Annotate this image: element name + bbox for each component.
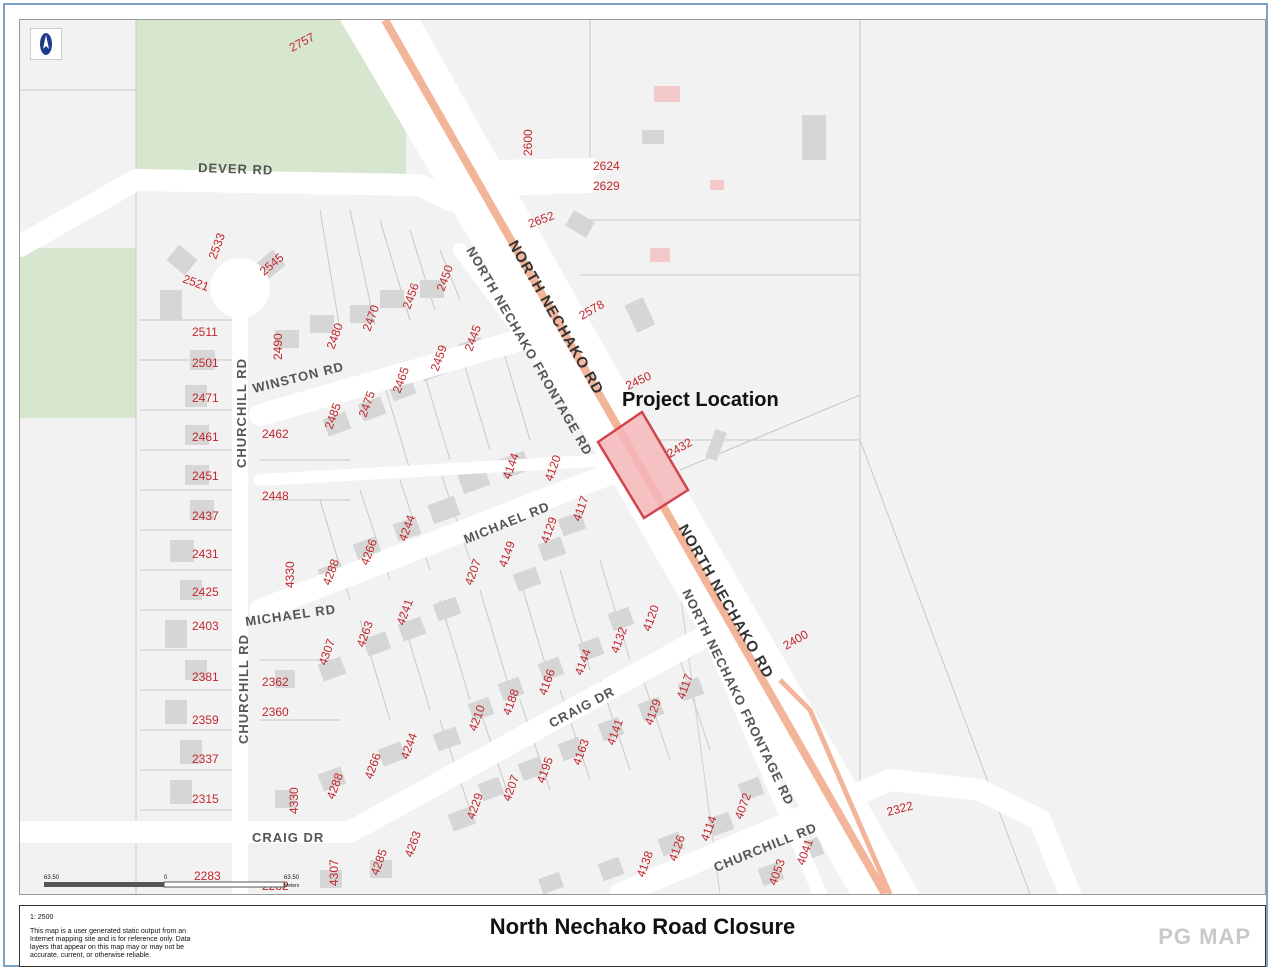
- address-label: 4149: [496, 539, 518, 569]
- address-label: 2362: [262, 675, 289, 689]
- road-label-churchill-lower: CHURCHILL RD: [236, 634, 251, 744]
- address-label: 4330: [287, 787, 301, 814]
- address-label: 2448: [262, 489, 289, 503]
- address-label: 2600: [521, 129, 535, 156]
- address-label: 2450: [434, 263, 456, 293]
- address-label: 2432: [665, 435, 695, 461]
- address-label: 4207: [500, 773, 522, 803]
- scale-bar: 63.50 0 63.50 Meters: [44, 875, 300, 889]
- address-label: 2461: [192, 430, 219, 444]
- address-label: 2425: [192, 585, 219, 599]
- address-label: 2533: [206, 231, 228, 261]
- map-canvas[interactable]: NORTH NECHAKO RD NORTH NECHAKO RD NORTH …: [19, 19, 1266, 895]
- address-label: 2437: [192, 509, 219, 523]
- address-label: 2652: [526, 208, 556, 230]
- north-arrow-icon: [30, 28, 62, 60]
- address-label: 2511: [192, 325, 218, 339]
- address-label: 2490: [271, 333, 285, 360]
- road-label-craig-lower: CRAIG DR: [252, 830, 324, 845]
- park-area-west: [20, 248, 136, 418]
- address-label: 2462: [262, 427, 289, 441]
- scale-right-label: 63.50: [284, 875, 300, 881]
- address-label: 4229: [464, 791, 486, 821]
- address-label: 4166: [536, 667, 558, 697]
- address-label: 2471: [192, 391, 219, 405]
- map-footer: 1: 2500 This map is a user generated sta…: [19, 905, 1266, 967]
- address-label: 2501: [192, 356, 219, 370]
- address-label: 2629: [593, 179, 620, 193]
- address-label: 4144: [572, 647, 594, 677]
- highlighted-buildings: [650, 86, 724, 262]
- address-label: 4307: [327, 859, 341, 886]
- address-label: 2521: [181, 272, 211, 294]
- road-label-churchill-upper: CHURCHILL RD: [234, 358, 249, 468]
- pgmap-logo: PG MAP: [1158, 924, 1251, 949]
- address-label: 2624: [593, 159, 620, 173]
- address-label: 2283: [194, 869, 221, 883]
- address-label: 2322: [885, 798, 915, 819]
- address-label: 2381: [192, 670, 219, 684]
- address-label: 2403: [192, 619, 219, 633]
- scale-left-label: 63.50: [44, 875, 60, 881]
- address-label: 4072: [732, 791, 754, 821]
- address-label: 2578: [577, 297, 607, 323]
- map-svg: NORTH NECHAKO RD NORTH NECHAKO RD NORTH …: [20, 20, 1081, 894]
- address-label: 4207: [462, 557, 484, 587]
- address-label: 2451: [192, 469, 219, 483]
- address-label: 4120: [640, 603, 662, 633]
- road-label-dever: DEVER RD: [198, 160, 274, 178]
- address-label: 2431: [192, 547, 219, 561]
- address-label: 4266: [362, 751, 384, 781]
- address-label: 4263: [402, 829, 424, 859]
- scale-unit-label: Meters: [284, 883, 300, 889]
- address-label: 2359: [192, 713, 219, 727]
- address-label: 2337: [192, 752, 219, 766]
- scale-mid-label: 0: [164, 875, 168, 881]
- address-label: 4244: [398, 731, 420, 761]
- address-label: 2456: [400, 281, 422, 311]
- address-label: 2360: [262, 705, 289, 719]
- map-frame: NORTH NECHAKO RD NORTH NECHAKO RD NORTH …: [3, 3, 1268, 967]
- address-label: 2400: [781, 627, 811, 653]
- address-label: 2315: [192, 792, 219, 806]
- address-label: 4053: [766, 857, 788, 887]
- map-title: North Nechako Road Closure: [489, 914, 796, 939]
- address-label: 4330: [283, 561, 297, 588]
- project-location-label: Project Location: [622, 389, 779, 411]
